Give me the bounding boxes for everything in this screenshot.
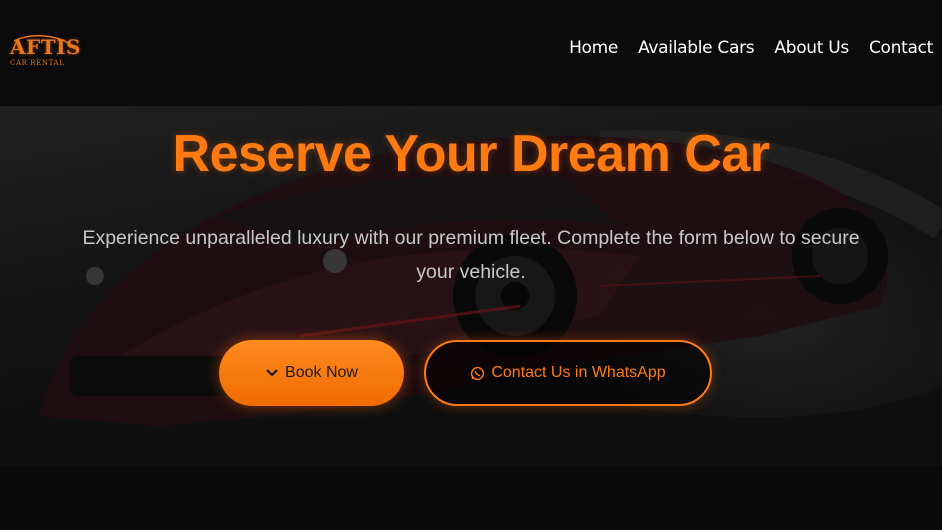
nav-about-us[interactable]: About Us [774, 38, 849, 58]
chevron-down-icon [265, 368, 279, 378]
brand-logo[interactable]: AFTIS CAR RENTAL [8, 33, 80, 73]
book-now-button[interactable]: Book Now [219, 340, 404, 406]
nav-home[interactable]: Home [569, 38, 618, 58]
nav-contact[interactable]: Contact [869, 38, 933, 58]
book-now-label: Book Now [285, 364, 358, 381]
logo-subtitle: CAR RENTAL [10, 59, 65, 67]
hero-section: Reserve Your Dream Car Experience unpara… [0, 106, 942, 466]
page-bottom-strip [0, 466, 942, 530]
main-nav: Home Available Cars About Us Contact [569, 38, 933, 58]
logo-title: AFTIS [10, 35, 81, 59]
nav-available-cars[interactable]: Available Cars [638, 38, 755, 58]
whatsapp-icon [470, 366, 485, 381]
hero-subtitle: Experience unparalleled luxury with our … [82, 227, 860, 283]
whatsapp-label: Contact Us in WhatsApp [491, 364, 666, 381]
hero-title: Reserve Your Dream Car [172, 125, 770, 183]
whatsapp-contact-button[interactable]: Contact Us in WhatsApp [424, 340, 712, 406]
navbar: AFTIS CAR RENTAL Home Available Cars Abo… [0, 0, 942, 106]
